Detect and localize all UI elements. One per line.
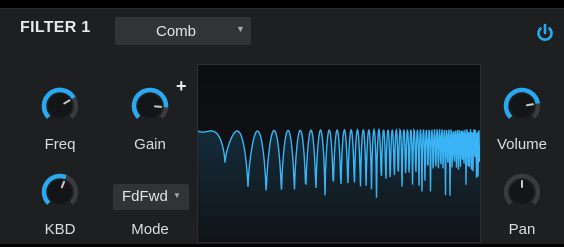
filter-response-curve — [198, 65, 480, 242]
freq-knob[interactable] — [39, 85, 81, 127]
power-button[interactable] — [534, 22, 556, 44]
mode-label: Mode — [120, 221, 180, 238]
gain-modifier-indicator: + — [176, 76, 187, 97]
mode-value: FdFwd — [122, 188, 168, 205]
filter-title: FILTER 1 — [20, 19, 91, 37]
kbd-label: KBD — [30, 221, 90, 238]
gain-label: Gain — [120, 136, 180, 153]
gain-knob[interactable] — [129, 85, 171, 127]
power-icon — [534, 22, 556, 44]
kbd-knob[interactable] — [39, 171, 81, 213]
filter-response-display — [197, 64, 481, 243]
pan-label: Pan — [492, 221, 552, 238]
filter-type-value: Comb — [156, 23, 196, 40]
pan-knob[interactable] — [501, 171, 543, 213]
chevron-down-icon: ▼ — [236, 24, 245, 34]
mode-dropdown[interactable]: FdFwd ▼ — [113, 184, 189, 210]
volume-label: Volume — [487, 136, 557, 153]
freq-label: Freq — [30, 136, 90, 153]
chevron-down-icon: ▼ — [173, 191, 181, 200]
filter-type-dropdown[interactable]: Comb ▼ — [115, 17, 251, 45]
volume-knob[interactable] — [501, 85, 543, 127]
